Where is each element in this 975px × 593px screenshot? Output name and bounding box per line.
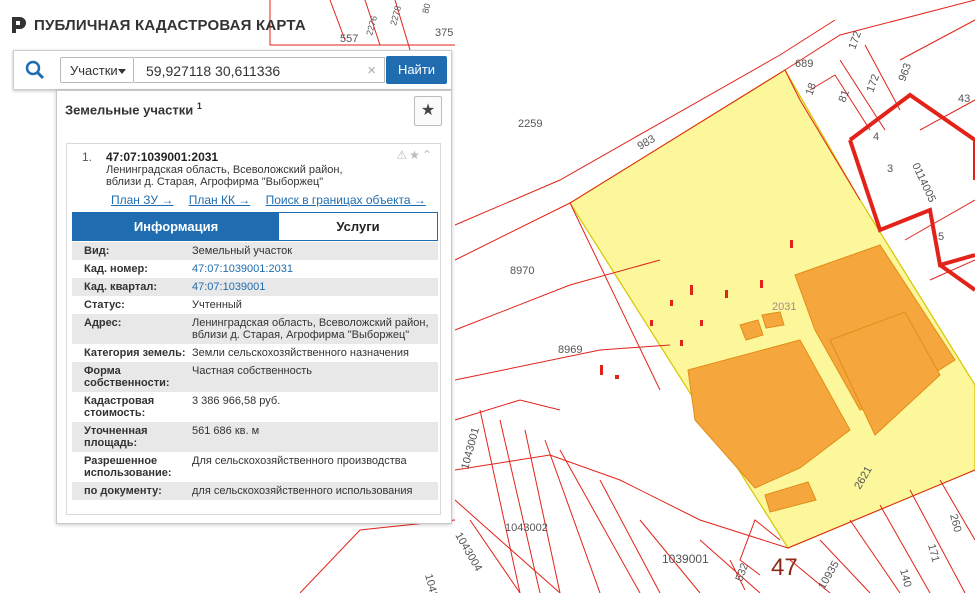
map-label: 8969 [558, 344, 582, 356]
property-value: Земельный участок [192, 245, 293, 257]
search-icon[interactable] [25, 60, 45, 80]
property-value-link[interactable]: 47:07:1039001 [192, 281, 438, 293]
map-label: 47 [771, 554, 798, 581]
property-value: Земли сельскохозяйственного назначения [192, 347, 409, 359]
property-value-link[interactable]: 47:07:1039001:2031 [192, 263, 438, 275]
map-label: 5 [938, 231, 944, 243]
map-label: 2259 [518, 118, 542, 130]
result-cad-number[interactable]: 47:07:1039001:2031 [106, 150, 218, 164]
property-key: по документу: [84, 485, 162, 497]
map-label: 375 [435, 27, 453, 39]
map-label: 43 [958, 93, 970, 105]
property-value: Частная собственность [192, 365, 313, 377]
property-key: Форма собственности: [84, 365, 170, 389]
map-label: 8970 [510, 265, 534, 277]
clear-icon[interactable]: × [367, 58, 376, 84]
property-row: Статус: Учтенный [72, 296, 438, 314]
result-index: 1. [82, 150, 93, 164]
result-address: Ленинградская область, Всеволожский райо… [106, 164, 343, 188]
search-type-label: Участки [70, 63, 118, 78]
property-row: Разрешенное использование: Для сельскохоз… [72, 452, 438, 482]
tab-services[interactable]: Услуги [279, 213, 437, 240]
property-key: Разрешенное использование: [84, 455, 172, 479]
property-value: 3 386 966,58 руб. [192, 395, 281, 407]
property-key: Кад. квартал: [84, 281, 158, 293]
map-label: 2031 [772, 301, 796, 313]
property-value: Ленинградская область, Всеволожский райо… [192, 317, 429, 341]
search-query-text: 59,927118 30,611336 [146, 63, 281, 79]
property-row: Кад. квартал: 47:07:1039001 [72, 278, 438, 296]
search-type-select[interactable]: Участки [60, 57, 134, 83]
property-value: Учтенный [192, 299, 242, 311]
property-row: Кадастровая стоимость: 3 386 966,58 руб. [72, 392, 438, 422]
property-key: Статус: [84, 299, 125, 311]
plan-zu-link[interactable]: План ЗУ → [111, 193, 173, 207]
panel-title-text: Земельные участки [65, 102, 194, 118]
map-label: 3 [887, 163, 893, 175]
search-button[interactable]: Найти [386, 56, 447, 84]
map-label: 557 [340, 33, 358, 45]
tab-info[interactable]: Информация [73, 213, 279, 240]
search-input[interactable]: 59,927118 30,611336 × [134, 57, 385, 83]
property-row: Адрес: Ленинградская область, Всеволожски… [72, 314, 438, 344]
property-row: Уточненная площадь: 561 686 кв. м [72, 422, 438, 452]
property-row: Форма собственности: Частная собственност… [72, 362, 438, 392]
property-key: Адрес: [84, 317, 122, 329]
panel-title: Земельные участки 1 [65, 101, 202, 117]
plan-kk-link[interactable]: План КК → [189, 193, 251, 207]
result-links: План ЗУ → План КК → Поиск в границах объ… [111, 193, 438, 207]
chevron-down-icon [118, 69, 126, 74]
result-count: 1 [196, 101, 202, 111]
property-key: Уточненная площадь: [84, 425, 148, 449]
search-bar: Участки 59,927118 30,611336 × Найти [13, 50, 452, 90]
result-card: 1. 47:07:1039001:2031 Ленинградская обла… [66, 143, 441, 515]
results-panel: Земельные участки 1 ★ 1. 47:07:1039001:2… [56, 90, 452, 524]
result-tool-icons[interactable]: ⚠★⌃ [396, 148, 434, 162]
property-key: Кадастровая стоимость: [84, 395, 155, 419]
property-key: Вид: [84, 245, 110, 257]
map-label: 1043002 [505, 522, 548, 534]
property-key: Категория земель: [84, 347, 186, 359]
property-row: по документу: для сельскохозяйственного и… [72, 482, 438, 500]
result-tabs: Информация Услуги [72, 212, 438, 241]
search-in-bounds-link[interactable]: Поиск в границах объекта → [266, 193, 426, 207]
property-value: для сельскохозяйственного использования [192, 485, 413, 497]
map-label: 689 [795, 58, 813, 70]
properties-table: Вид: Земельный участок Кад. номер: 47:07:1… [72, 242, 438, 500]
map-label: 4 [873, 131, 879, 143]
favorites-button[interactable]: ★ [414, 96, 442, 126]
property-key: Кад. номер: [84, 263, 148, 275]
app-header: ПУБЛИЧНАЯ КАДАСТРОВАЯ КАРТА [10, 12, 306, 38]
property-row: Кад. номер: 47:07:1039001:2031 [72, 260, 438, 278]
app-logo-icon [12, 17, 26, 33]
app-title: ПУБЛИЧНАЯ КАДАСТРОВАЯ КАРТА [34, 16, 306, 34]
map-label: 1039001 [662, 552, 709, 566]
property-row: Вид: Земельный участок [72, 242, 438, 260]
property-row: Категория земель: Земли сельскохозяйствен… [72, 344, 438, 362]
property-value: Для сельскохозяйственного производства [192, 455, 407, 467]
property-value: 561 686 кв. м [192, 425, 260, 437]
